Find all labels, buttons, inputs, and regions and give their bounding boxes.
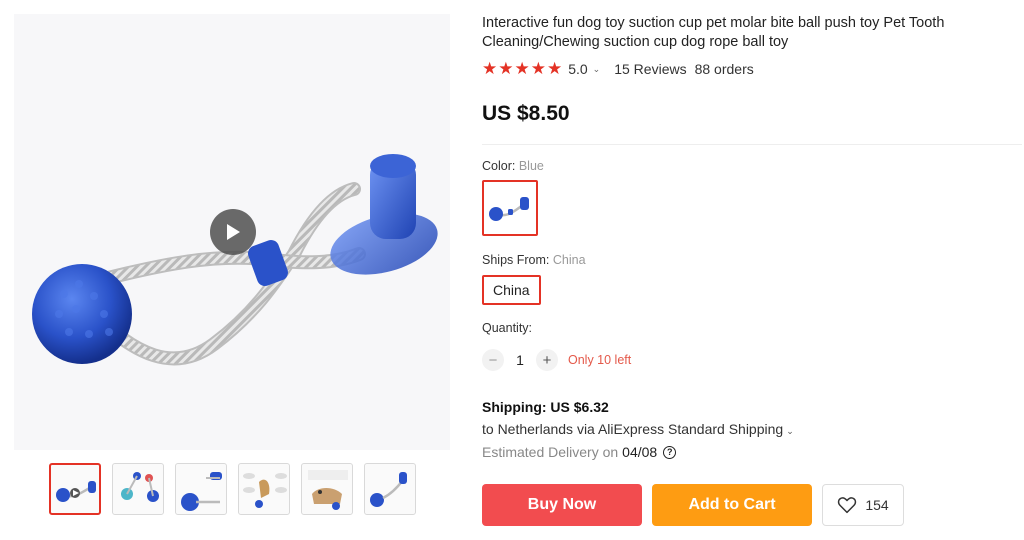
estimated-delivery: Estimated Delivery on 04/08 ? bbox=[482, 444, 1022, 460]
divider bbox=[482, 144, 1022, 145]
ships-from-label-text: Ships From: bbox=[482, 253, 550, 267]
delivery-label: Estimated Delivery on bbox=[482, 444, 619, 460]
rating-value[interactable]: 5.0 bbox=[568, 61, 587, 77]
color-option-blue[interactable] bbox=[482, 180, 538, 236]
main-product-image[interactable] bbox=[14, 14, 450, 450]
thumbnail-image bbox=[56, 481, 96, 502]
thumbnail-2[interactable] bbox=[112, 463, 164, 515]
ships-from-option-china[interactable]: China bbox=[482, 275, 541, 305]
ships-from-label: Ships From: China bbox=[482, 253, 1022, 267]
chevron-down-icon[interactable]: ⌄ bbox=[593, 64, 601, 75]
delivery-date: 04/08 bbox=[622, 444, 658, 460]
shipping-route-text: to Netherlands via AliExpress Standard S… bbox=[482, 421, 784, 437]
wishlist-button[interactable]: 154 bbox=[822, 484, 904, 526]
help-icon[interactable]: ? bbox=[663, 445, 677, 459]
thumbnail-4[interactable] bbox=[238, 463, 290, 515]
add-to-cart-button[interactable]: Add to Cart bbox=[652, 484, 812, 526]
product-title: Interactive fun dog toy suction cup pet … bbox=[482, 15, 945, 50]
play-icon bbox=[227, 224, 240, 240]
buy-now-button[interactable]: Buy Now bbox=[482, 484, 642, 526]
stock-note: Only 10 left bbox=[568, 353, 632, 367]
play-video-button[interactable] bbox=[210, 209, 256, 255]
rating-row: ★★★★★ 5.0 ⌄ 15 Reviews 88 orders bbox=[482, 59, 1022, 79]
quantity-input[interactable]: 1 bbox=[504, 352, 536, 368]
quantity-label: Quantity: bbox=[482, 321, 533, 335]
shipping-route[interactable]: to Netherlands via AliExpress Standard S… bbox=[482, 421, 1022, 437]
color-label: Color: Blue bbox=[482, 159, 1022, 173]
orders-count: 88 orders bbox=[694, 61, 754, 77]
thumbnail-image bbox=[121, 472, 159, 502]
shipping-cost: Shipping: US $6.32 bbox=[482, 399, 609, 415]
thumbnail-image bbox=[308, 470, 348, 510]
thumbnail-image bbox=[370, 472, 407, 507]
color-selected-value: Blue bbox=[518, 159, 544, 173]
chevron-down-icon: ⌄ bbox=[786, 426, 794, 436]
quantity-increase-button[interactable]: + bbox=[536, 349, 558, 371]
ships-from-selected-value: China bbox=[552, 253, 586, 267]
color-swatch-image bbox=[489, 197, 529, 221]
quantity-stepper: − 1 + Only 10 left bbox=[482, 349, 1022, 371]
wishlist-count: 154 bbox=[865, 497, 889, 513]
heart-icon bbox=[838, 497, 857, 514]
product-price: US $8.50 bbox=[482, 102, 570, 125]
action-buttons: Buy Now Add to Cart 154 bbox=[482, 484, 1022, 526]
thumbnail-image bbox=[243, 473, 287, 508]
thumbnail-3[interactable] bbox=[175, 463, 227, 515]
star-rating-icon: ★★★★★ bbox=[482, 59, 564, 78]
thumbnail-strip bbox=[49, 463, 416, 515]
color-label-text: Color: bbox=[482, 159, 516, 173]
thumbnail-1[interactable] bbox=[49, 463, 101, 515]
thumbnail-6[interactable] bbox=[364, 463, 416, 515]
reviews-link[interactable]: 15 Reviews bbox=[614, 61, 686, 77]
thumbnail-image bbox=[181, 472, 222, 511]
thumbnail-5[interactable] bbox=[301, 463, 353, 515]
quantity-decrease-button[interactable]: − bbox=[482, 349, 504, 371]
product-details: Interactive fun dog toy suction cup pet … bbox=[482, 14, 1022, 526]
